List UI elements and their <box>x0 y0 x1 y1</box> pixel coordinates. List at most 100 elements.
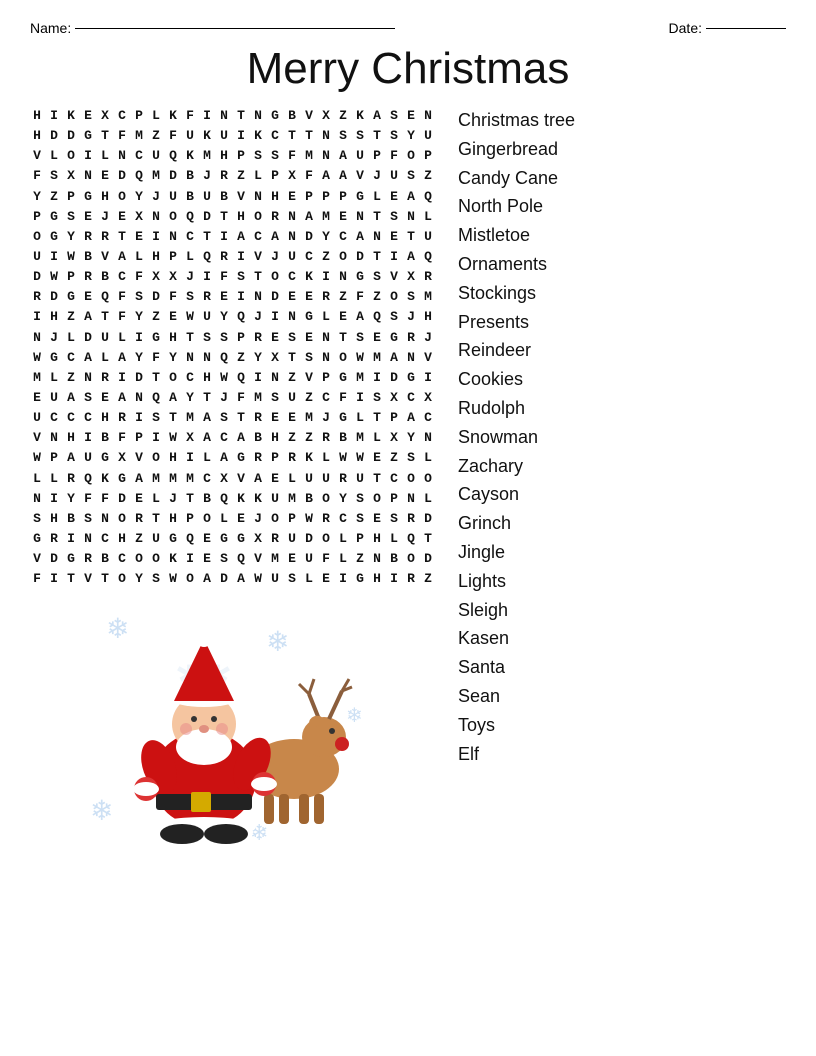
grid-cell: H <box>166 448 183 468</box>
grid-cell: W <box>166 569 183 589</box>
grid-cell: G <box>98 448 115 468</box>
grid-cell: M <box>183 408 200 428</box>
grid-cell: Q <box>217 489 234 509</box>
grid-cell: T <box>370 469 387 489</box>
grid-cell: J <box>404 307 421 327</box>
grid-cell: F <box>132 267 149 287</box>
grid-cell: C <box>319 388 336 408</box>
grid-cell: G <box>115 469 132 489</box>
grid-cell: K <box>166 106 183 126</box>
grid-cell: T <box>217 207 234 227</box>
grid-cell: M <box>268 549 285 569</box>
word-list-item: Santa <box>458 653 628 682</box>
grid-cell: I <box>387 247 404 267</box>
grid-cell: R <box>81 549 98 569</box>
grid-cell: N <box>370 549 387 569</box>
grid-cell: S <box>387 307 404 327</box>
grid-cell: T <box>370 126 387 146</box>
grid-cell: G <box>47 348 64 368</box>
grid-cell: D <box>47 287 64 307</box>
grid-cell: T <box>149 368 166 388</box>
bottom-area: ❄ ❄ ❄ ❄ ❄ ❄ ❄ <box>30 599 438 859</box>
grid-cell: L <box>319 307 336 327</box>
grid-cell: R <box>336 469 353 489</box>
grid-cell: J <box>251 307 268 327</box>
grid-cell: S <box>285 569 302 589</box>
grid-row: SHBSNORTHPOLEJOPWRCSESRD <box>30 509 438 529</box>
grid-cell: U <box>285 247 302 267</box>
grid-cell: E <box>285 549 302 569</box>
grid-cell: G <box>404 368 421 388</box>
date-field: Date: <box>669 20 786 36</box>
grid-cell: L <box>132 247 149 267</box>
word-list-item: Gingerbread <box>458 135 628 164</box>
grid-row: YZPGHOYJUBUBVNHEPPPGLEAQ <box>30 187 438 207</box>
grid-cell: R <box>98 368 115 388</box>
grid-cell: L <box>251 166 268 186</box>
puzzle-area: HIKEXCPLKFINTNGBVXZKASENHDDGTFMZFUKUIKCT… <box>30 106 438 859</box>
grid-cell: U <box>30 247 47 267</box>
grid-cell: R <box>217 247 234 267</box>
grid-row: VLOILNCUQKMHPSSFMNAUPFOP <box>30 146 438 166</box>
grid-cell: S <box>268 388 285 408</box>
grid-cell: C <box>47 408 64 428</box>
grid-cell: K <box>302 267 319 287</box>
grid-cell: A <box>302 207 319 227</box>
grid-cell: R <box>47 529 64 549</box>
grid-cell: I <box>234 287 251 307</box>
grid-cell: K <box>251 126 268 146</box>
grid-cell: O <box>404 549 421 569</box>
grid-cell: F <box>98 489 115 509</box>
grid-cell: N <box>370 227 387 247</box>
grid-cell: A <box>404 247 421 267</box>
grid-cell: D <box>30 267 47 287</box>
grid-cell: I <box>387 569 404 589</box>
grid-cell: R <box>404 328 421 348</box>
grid-cell: D <box>302 227 319 247</box>
grid-cell: F <box>302 166 319 186</box>
word-list-item: Mistletoe <box>458 221 628 250</box>
grid-cell: J <box>251 509 268 529</box>
grid-cell: H <box>166 328 183 348</box>
grid-cell: K <box>251 489 268 509</box>
grid-cell: M <box>302 146 319 166</box>
grid-cell: Q <box>370 307 387 327</box>
grid-cell: N <box>285 207 302 227</box>
grid-cell: U <box>149 146 166 166</box>
grid-cell: Y <box>132 187 149 207</box>
grid-cell: B <box>217 187 234 207</box>
grid-cell: O <box>149 448 166 468</box>
grid-cell: Q <box>166 146 183 166</box>
grid-cell: E <box>268 408 285 428</box>
grid-cell: O <box>404 469 421 489</box>
grid-cell: L <box>30 469 47 489</box>
grid-cell: E <box>319 569 336 589</box>
grid-cell: S <box>47 166 64 186</box>
grid-cell: A <box>132 469 149 489</box>
grid-cell: U <box>30 408 47 428</box>
grid-cell: Y <box>132 307 149 327</box>
grid-cell: P <box>64 187 81 207</box>
grid-row: VDGRBCOOKIESQVMEUFLZNBOD <box>30 549 438 569</box>
grid-cell: D <box>421 549 438 569</box>
grid-cell: L <box>421 489 438 509</box>
grid-cell: O <box>115 509 132 529</box>
grid-cell: W <box>183 307 200 327</box>
grid-cell: K <box>64 106 81 126</box>
grid-cell: U <box>200 187 217 207</box>
grid-cell: C <box>183 227 200 247</box>
grid-cell: Y <box>336 489 353 509</box>
grid-cell: V <box>302 106 319 126</box>
grid-cell: S <box>183 287 200 307</box>
grid-cell: C <box>302 247 319 267</box>
grid-cell: E <box>200 549 217 569</box>
grid-cell: U <box>302 469 319 489</box>
grid-cell: L <box>200 448 217 468</box>
grid-cell: M <box>30 368 47 388</box>
grid-cell: X <box>132 207 149 227</box>
grid-cell: J <box>47 328 64 348</box>
word-list-item: Presents <box>458 308 628 337</box>
grid-cell: D <box>217 569 234 589</box>
grid-cell: H <box>30 106 47 126</box>
grid-cell: E <box>81 106 98 126</box>
